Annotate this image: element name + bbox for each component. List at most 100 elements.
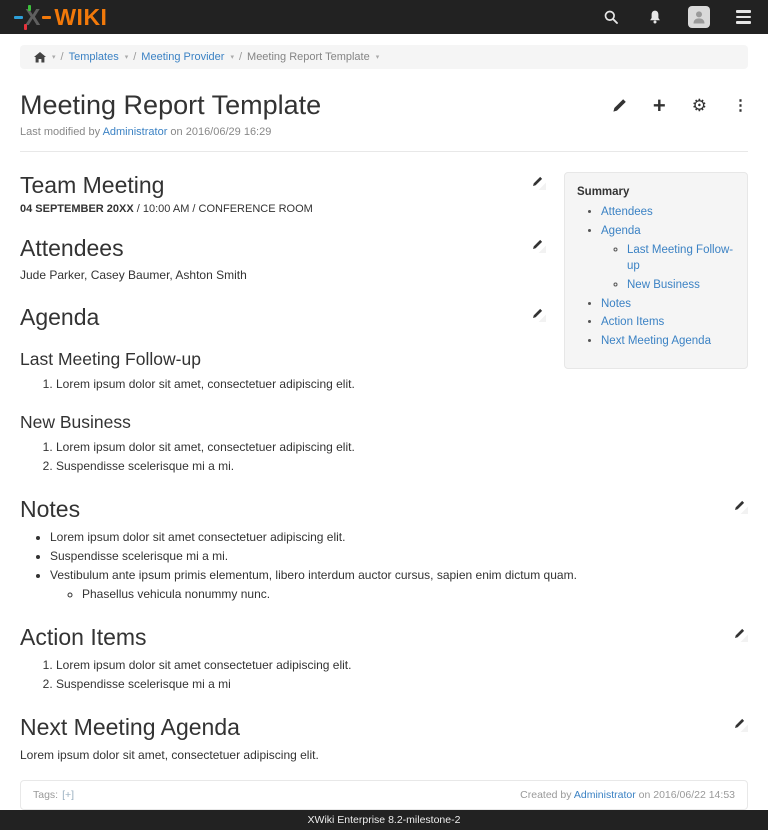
list-item: Suspendisse scelerisque mi a mi [56, 675, 748, 694]
more-actions-kebab-icon[interactable]: ⋮ [733, 98, 748, 113]
notes-heading: Notes [20, 496, 80, 522]
top-navbar: X WIKI [0, 0, 768, 34]
summary-link-notes[interactable]: Notes [601, 298, 631, 310]
edit-page-pencil-icon[interactable] [612, 98, 627, 113]
action-items-heading: Action Items [20, 624, 147, 650]
meeting-date-bold: 04 SEPTEMBER 20XX [20, 203, 134, 215]
add-tag-button[interactable]: [+] [62, 789, 74, 801]
summary-link-new-business[interactable]: New Business [627, 279, 700, 291]
list-item: Suspendisse scelerisque mi a mi. [56, 457, 748, 476]
agenda-heading: Agenda [20, 304, 99, 330]
summary-item: Notes [601, 296, 739, 313]
edit-section-pencil-icon[interactable] [734, 628, 748, 642]
last-meeting-list: Lorem ipsum dolor sit amet, consectetuer… [20, 375, 748, 394]
templates-caret-icon[interactable]: ▾ [125, 53, 129, 61]
logo-blue-dash [14, 16, 23, 19]
new-business-list: Lorem ipsum dolor sit amet, consectetuer… [20, 438, 748, 476]
breadcrumb: ▾ / Templates ▾ / Meeting Provider ▾ / M… [20, 45, 748, 69]
summary-item: Next Meeting Agenda [601, 333, 739, 350]
version-text: XWiki Enterprise 8.2-milestone-2 [308, 814, 461, 826]
tags-label: Tags: [33, 789, 58, 801]
list-item: Lorem ipsum dolor sit amet, consectetuer… [56, 438, 748, 457]
created-by-line: Created by Administrator on 2016/06/22 1… [520, 789, 735, 801]
document-content: Summary Attendees Agenda Last Meeting Fo… [0, 152, 768, 763]
summary-panel: Summary Attendees Agenda Last Meeting Fo… [564, 172, 748, 368]
version-footer-bar: XWiki Enterprise 8.2-milestone-2 [0, 810, 768, 830]
home-caret-icon[interactable]: ▾ [52, 53, 56, 61]
modified-prefix: Last modified by [20, 126, 100, 138]
notifications-bell-icon[interactable] [644, 6, 666, 28]
list-item: Suspendisse scelerisque mi a mi. [50, 547, 748, 566]
xwiki-logo[interactable]: X WIKI [14, 4, 107, 31]
summary-subitem: Last Meeting Follow-up [627, 242, 739, 275]
summary-item: Attendees [601, 204, 739, 221]
team-meeting-heading: Team Meeting [20, 172, 164, 198]
created-suffix: on 2016/06/22 14:53 [639, 789, 735, 801]
created-prefix: Created by [520, 789, 571, 801]
summary-link-action-items[interactable]: Action Items [601, 316, 664, 328]
home-icon[interactable] [34, 52, 46, 63]
list-item-text: Vestibulum ante ipsum primis elementum, … [50, 568, 577, 582]
edit-section-pencil-icon[interactable] [734, 500, 748, 514]
attendees-heading: Attendees [20, 235, 124, 261]
section-attendees-header: Attendees [20, 235, 546, 261]
logo-green-tick [28, 5, 31, 11]
summary-link-next-meeting[interactable]: Next Meeting Agenda [601, 335, 711, 347]
summary-link-attendees[interactable]: Attendees [601, 206, 653, 218]
summary-item: Agenda Last Meeting Follow-up New Busine… [601, 223, 739, 294]
action-items-list: Lorem ipsum dolor sit amet consectetuer … [20, 656, 748, 694]
current-page-caret-icon[interactable]: ▾ [376, 53, 380, 61]
search-icon[interactable] [600, 6, 622, 28]
notes-list: Lorem ipsum dolor sit amet consectetuer … [20, 528, 748, 605]
modified-suffix: on 2016/06/29 16:29 [170, 126, 271, 138]
section-next-meeting-header: Next Meeting Agenda [20, 714, 748, 740]
next-meeting-text: Lorem ipsum dolor sit amet, consectetuer… [20, 746, 748, 764]
summary-list: Attendees Agenda Last Meeting Follow-up … [577, 204, 739, 349]
breadcrumb-container: ▾ / Templates ▾ / Meeting Provider ▾ / M… [0, 34, 768, 73]
next-meeting-heading: Next Meeting Agenda [20, 714, 240, 740]
summary-sublist: Last Meeting Follow-up New Business [601, 242, 739, 294]
meeting-provider-caret-icon[interactable]: ▾ [230, 53, 234, 61]
page-header: Meeting Report Template + ⚙ ⋮ [0, 73, 768, 121]
logo-red-tick [24, 24, 27, 30]
logo-x-glyph: X [25, 6, 40, 29]
settings-gear-icon[interactable]: ⚙ [692, 97, 707, 114]
logo-wiki-text: WIKI [54, 4, 107, 31]
logo-orange-dash [42, 16, 51, 19]
summary-title: Summary [577, 186, 739, 198]
summary-subitem: New Business [627, 277, 739, 294]
edit-section-pencil-icon[interactable] [532, 239, 546, 253]
hamburger-menu-icon[interactable] [732, 6, 754, 28]
last-modified-line: Last modified by Administrator on 2016/0… [0, 121, 768, 138]
navbar-actions [600, 6, 754, 28]
breadcrumb-separator: / [133, 51, 136, 63]
section-notes-header: Notes [20, 496, 748, 522]
section-team-meeting-header: Team Meeting [20, 172, 546, 198]
new-business-heading: New Business [20, 412, 748, 433]
section-agenda-header: Agenda [20, 304, 546, 330]
docinfo-bar: Tags: [+] Created by Administrator on 20… [20, 780, 748, 810]
list-item: Lorem ipsum dolor sit amet consectetuer … [50, 528, 748, 547]
breadcrumb-current-page: Meeting Report Template [247, 51, 370, 63]
breadcrumb-separator: / [239, 51, 242, 63]
created-by-user-link[interactable]: Administrator [574, 789, 636, 801]
list-item: Vestibulum ante ipsum primis elementum, … [50, 566, 748, 604]
edit-section-pencil-icon[interactable] [532, 176, 546, 190]
create-page-plus-icon[interactable]: + [653, 98, 666, 114]
edit-section-pencil-icon[interactable] [532, 308, 546, 322]
section-action-items-header: Action Items [20, 624, 748, 650]
modified-by-user-link[interactable]: Administrator [103, 126, 168, 138]
edit-section-pencil-icon[interactable] [734, 718, 748, 732]
breadcrumb-link-meeting-provider[interactable]: Meeting Provider [141, 51, 224, 63]
list-item: Lorem ipsum dolor sit amet consectetuer … [56, 656, 748, 675]
summary-link-last-meeting[interactable]: Last Meeting Follow-up [627, 244, 733, 273]
user-avatar[interactable] [688, 6, 710, 28]
page-actions: + ⚙ ⋮ [612, 89, 748, 114]
docinfo-container: Tags: [+] Created by Administrator on 20… [0, 764, 768, 810]
list-item: Lorem ipsum dolor sit amet, consectetuer… [56, 375, 748, 394]
page-title: Meeting Report Template [20, 89, 321, 121]
breadcrumb-link-templates[interactable]: Templates [69, 51, 119, 63]
breadcrumb-separator: / [61, 51, 64, 63]
summary-link-agenda[interactable]: Agenda [601, 225, 641, 237]
list-subitem: Phasellus vehicula nonummy nunc. [82, 585, 748, 604]
